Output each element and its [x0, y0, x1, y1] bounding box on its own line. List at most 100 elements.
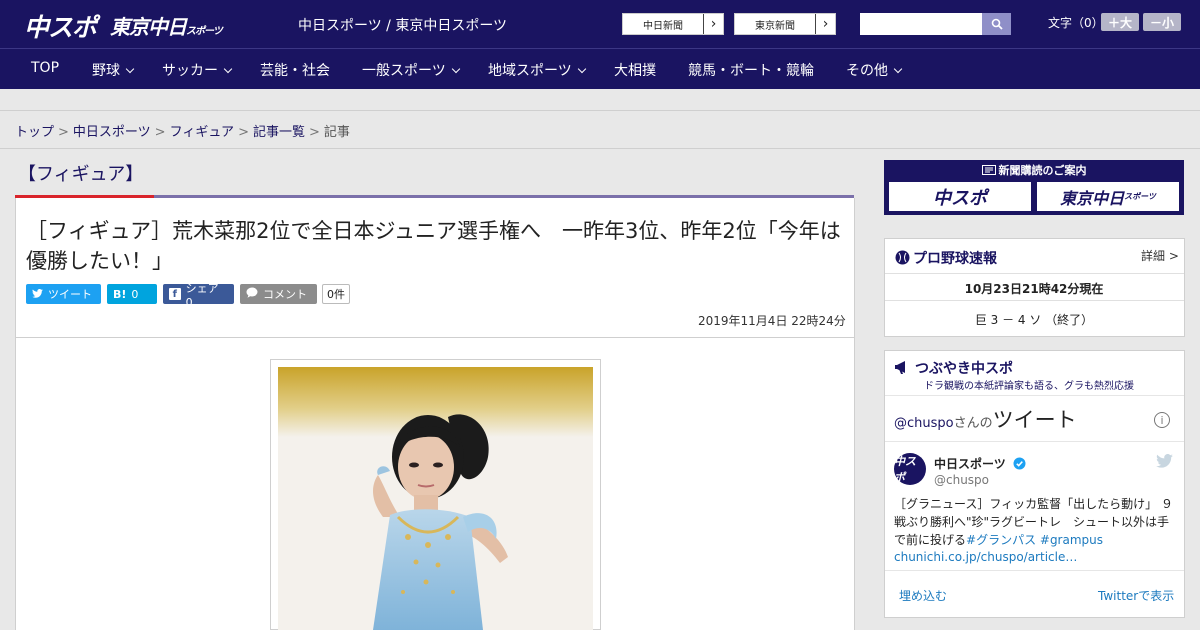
nav-label: 野球 — [92, 63, 120, 79]
twitter-user-link[interactable]: @chuspo — [894, 416, 954, 431]
breadcrumb-sep: > — [154, 125, 166, 140]
hatena-bookmark-button[interactable]: B! 0 — [107, 284, 157, 304]
avatar[interactable]: 中スポ — [894, 453, 926, 485]
comment-label: コメント — [263, 288, 307, 301]
subscribe-tokyo-small: スポーツ — [1124, 192, 1156, 201]
baseball-game-score[interactable]: 巨 3 － 4 ソ （終了） — [884, 311, 1184, 328]
divider — [885, 300, 1184, 301]
nav-top[interactable]: TOP — [31, 60, 59, 76]
subscribe-tokyo-button[interactable]: 東京中日 スポーツ — [1036, 181, 1180, 212]
tweet-label: ツイート — [48, 288, 92, 301]
nav-label: サッカー — [162, 63, 218, 79]
divider — [885, 395, 1184, 396]
divider — [885, 441, 1184, 442]
nav-general-sports[interactable]: 一般スポーツ — [362, 60, 460, 80]
subscribe-chuspo-button[interactable]: 中スポ — [888, 181, 1032, 212]
hatena-count: 0 — [131, 287, 139, 301]
facebook-share-button[interactable]: f シェア 0 — [163, 282, 234, 309]
chunichi-shimbun-link[interactable]: 中日新聞 › — [622, 13, 724, 35]
breadcrumb-chunichi-sports[interactable]: 中日スポーツ — [73, 125, 151, 140]
text-size-increase-button[interactable]: ＋大 — [1101, 13, 1139, 31]
twitter-icon — [32, 288, 43, 301]
hatena-bookmark-icon: B! — [113, 287, 127, 301]
text-size-decrease-button[interactable]: －小 — [1143, 13, 1181, 31]
subscription-title: 新聞購読のご案内 — [884, 162, 1184, 178]
nav-baseball[interactable]: 野球 — [92, 60, 135, 80]
twitter-widget-title: つぶやき中スポ — [895, 358, 1013, 378]
nav-others[interactable]: その他 — [846, 60, 903, 80]
baseball-icon — [895, 250, 910, 265]
logo-tokyo-chunichi[interactable]: 東京中日スポーツ — [110, 11, 223, 40]
twitter-widget-subtitle: ドラ観戦の本紙評論家も語る、グラも熱烈応援 — [924, 381, 1134, 392]
logo-tokyo-text: 東京中日 — [110, 15, 187, 39]
text-size-label: 文字（0） — [1048, 16, 1104, 30]
article-date: 2019年11月4日 22時24分 — [698, 314, 846, 328]
twitter-timeline-title[interactable]: @chuspoさんのツイート — [894, 404, 1077, 434]
comment-button[interactable]: コメント — [240, 284, 317, 304]
nav-regional-sports[interactable]: 地域スポーツ — [488, 60, 586, 80]
chevron-right-icon: › — [703, 14, 723, 34]
nav-soccer[interactable]: サッカー — [162, 60, 233, 80]
view-on-twitter-link[interactable]: Twitterで表示 — [1098, 587, 1174, 604]
site-names[interactable]: 中日スポーツ / 東京中日スポーツ — [298, 15, 507, 35]
twitter-bird-icon[interactable] — [1156, 454, 1173, 468]
divider — [885, 570, 1184, 571]
ad-spacer — [0, 89, 1200, 111]
nav-sumo[interactable]: 大相撲 — [614, 60, 656, 80]
nav-label: その他 — [846, 63, 888, 79]
newspaper-icon — [981, 165, 996, 175]
nav-label: 競馬・ボート・競輪 — [688, 63, 814, 79]
tweet-article-link[interactable]: chunichi.co.jp/chuspo/article… — [894, 550, 1077, 564]
nav-label: 大相撲 — [614, 63, 656, 79]
tweet-account-handle[interactable]: @chuspo — [934, 473, 989, 487]
chevron-down-icon — [893, 64, 903, 74]
breadcrumb-figure[interactable]: フィギュア — [170, 125, 234, 140]
embed-link[interactable]: 埋め込む — [899, 587, 947, 604]
logo-chuspo[interactable]: 中スポ — [24, 8, 97, 44]
skater-photo-image — [278, 367, 593, 630]
tokyo-shimbun-label: 東京新聞 — [755, 20, 795, 32]
logo-tokyo-small: スポーツ — [186, 26, 223, 37]
breadcrumb-top[interactable]: トップ — [15, 125, 54, 140]
breadcrumb-sep: > — [58, 125, 69, 140]
baseball-title-text: プロ野球速報 — [913, 251, 997, 267]
chevron-down-icon — [451, 64, 460, 74]
facebook-share-label: シェア 0 — [185, 281, 219, 309]
facebook-icon: f — [169, 288, 181, 300]
chevron-down-icon — [223, 64, 233, 74]
verified-badge-icon — [1013, 457, 1026, 470]
nav-entertainment[interactable]: 芸能・社会 — [260, 60, 330, 80]
megaphone-icon — [895, 361, 905, 374]
breadcrumb-current: 記事 — [323, 125, 350, 140]
search-button[interactable] — [982, 13, 1011, 35]
tweet-button[interactable]: ツイート — [26, 284, 101, 304]
info-icon[interactable]: i — [1154, 412, 1170, 428]
divider — [0, 148, 1200, 149]
nav-label: 芸能・社会 — [260, 63, 330, 79]
chevron-down-icon — [125, 64, 135, 74]
nav-label: 地域スポーツ — [488, 63, 572, 79]
breadcrumb-sep: > — [308, 125, 320, 140]
subscription-title-text: 新聞購読のご案内 — [998, 164, 1087, 177]
search-input[interactable] — [860, 13, 982, 35]
baseball-widget-title: プロ野球速報 — [895, 248, 997, 268]
breadcrumb-article-list[interactable]: 記事一覧 — [253, 125, 305, 140]
chevron-down-icon — [577, 64, 586, 74]
chunichi-shimbun-label: 中日新聞 — [643, 20, 683, 32]
breadcrumb: トップ > 中日スポーツ > フィギュア > 記事一覧 > 記事 — [15, 121, 350, 140]
twitter-title-suffix: さんの — [953, 416, 993, 431]
comment-bubble-icon — [246, 287, 258, 301]
chevron-right-icon: › — [815, 14, 835, 34]
search-icon — [991, 18, 1003, 30]
article-headline: ［フィギュア］荒木菜那2位で全日本ジュニア選手権へ 一昨年3位、昨年2位「今年は… — [26, 219, 841, 273]
twitter-title-text: つぶやき中スポ — [915, 361, 1013, 377]
nav-racing[interactable]: 競馬・ボート・競輪 — [688, 60, 814, 80]
twitter-title-big: ツイート — [992, 408, 1077, 432]
tweet-hashtags[interactable]: #グランパス #grampus — [966, 533, 1103, 547]
section-title: 【フィギュア】 — [18, 164, 144, 185]
tweet-account-name[interactable]: 中日スポーツ — [934, 455, 1026, 472]
article-photo[interactable] — [278, 367, 593, 630]
breadcrumb-sep: > — [238, 125, 249, 140]
baseball-detail-link[interactable]: 詳細 > — [1141, 247, 1179, 264]
tokyo-shimbun-link[interactable]: 東京新聞 › — [734, 13, 836, 35]
